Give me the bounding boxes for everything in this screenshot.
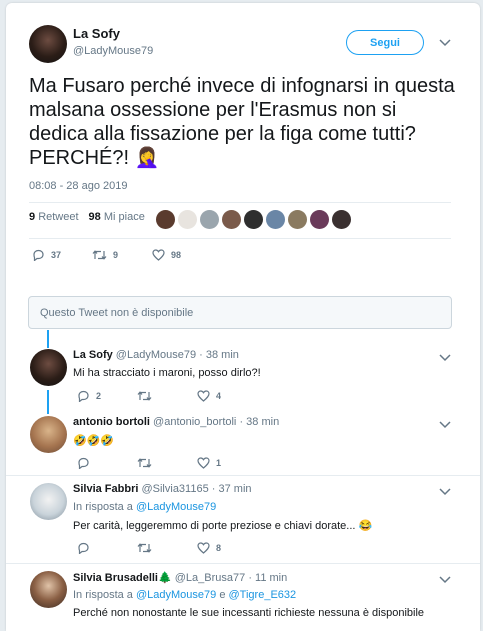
like-button[interactable]: 98 <box>152 249 212 261</box>
like-button[interactable]: 4 <box>197 390 257 402</box>
liker-avatar[interactable] <box>288 210 307 229</box>
retweet-icon <box>137 458 152 468</box>
chevron-down-icon[interactable] <box>439 421 451 431</box>
reply-icon <box>33 249 44 261</box>
liker-avatar[interactable] <box>156 210 175 229</box>
likers-avatars <box>156 210 351 229</box>
reply-to-line: In risposta a @LadyMouse79 e @Tigre_E632 <box>73 589 297 601</box>
chevron-down-icon[interactable] <box>439 354 451 364</box>
thread-line <box>47 330 49 348</box>
avatar[interactable] <box>30 349 67 386</box>
reply-icon <box>78 542 89 554</box>
heart-icon <box>197 390 210 402</box>
retweet-icon <box>92 250 107 260</box>
retweet-button[interactable] <box>137 390 197 402</box>
reply-to-line: In risposta a @LadyMouse79 <box>73 501 217 513</box>
reply-button[interactable] <box>77 457 137 469</box>
tweet-timestamp[interactable]: 08:08 - 28 ago 2019 <box>29 180 127 192</box>
retweet-button[interactable]: 9 <box>92 249 152 261</box>
avatar[interactable] <box>30 483 67 520</box>
heart-icon <box>197 457 210 469</box>
reply-button[interactable]: 2 <box>77 390 137 402</box>
liker-avatar[interactable] <box>332 210 351 229</box>
reply-text: Per carità, leggeremmo di porte preziose… <box>73 520 373 532</box>
liker-avatar[interactable] <box>310 210 329 229</box>
reply-button[interactable]: 37 <box>32 249 92 261</box>
unavailable-tweet-notice[interactable]: Questo Tweet non è disponibile <box>28 296 452 329</box>
chevron-down-icon[interactable] <box>439 576 451 586</box>
chevron-down-icon[interactable] <box>439 488 451 498</box>
reply-text: Mi ha stracciato i maroni, posso dirlo?! <box>73 367 261 379</box>
liker-avatar[interactable] <box>200 210 219 229</box>
heart-icon <box>152 249 165 261</box>
reply-actions: 2 4 <box>77 390 257 402</box>
reply-meta: La Sofy @LadyMouse79 · 38 min <box>73 349 239 361</box>
author-name[interactable]: La Sofy <box>73 26 120 41</box>
reply-icon <box>78 390 89 402</box>
divider <box>29 238 451 239</box>
avatar[interactable] <box>29 25 67 63</box>
tweet-text: Ma Fusaro perché invece di infognarsi in… <box>29 75 455 169</box>
follow-button[interactable]: Segui <box>346 30 424 55</box>
tweet-card: La Sofy @LadyMouse79 Segui Ma Fusaro per… <box>6 3 480 631</box>
liker-avatar[interactable] <box>222 210 241 229</box>
mention-link[interactable]: @LadyMouse79 <box>136 589 216 601</box>
mention-link[interactable]: @Tigre_E632 <box>229 589 297 601</box>
avatar[interactable] <box>30 416 67 453</box>
reply-meta: Silvia Fabbri @Silvia31165 · 37 min <box>73 483 252 495</box>
mention-link[interactable]: @LadyMouse79 <box>136 501 216 513</box>
author-handle[interactable]: @LadyMouse79 <box>73 45 153 57</box>
like-button[interactable]: 1 <box>197 457 257 469</box>
liker-avatar[interactable] <box>266 210 285 229</box>
reply-actions: 8 <box>77 542 257 554</box>
reply-button[interactable] <box>77 542 137 554</box>
reply-text: 🤣🤣🤣 <box>73 435 115 447</box>
like-button[interactable]: 8 <box>197 542 257 554</box>
retweet-icon <box>137 543 152 553</box>
reply-actions: 1 <box>77 457 257 469</box>
divider <box>6 475 480 476</box>
divider <box>29 202 451 203</box>
heart-icon <box>197 542 210 554</box>
liker-avatar[interactable] <box>178 210 197 229</box>
divider <box>6 563 480 564</box>
like-stat[interactable]: 98 Mi piace <box>89 211 145 223</box>
liker-avatar[interactable] <box>244 210 263 229</box>
reply-text: Perché non nonostante le sue incessanti … <box>73 607 425 619</box>
tweet-stats: 9 Retweet 98 Mi piace <box>29 211 145 223</box>
reply-meta: Silvia Brusadelli🌲 @La_Brusa77 · 11 min <box>73 572 288 584</box>
retweet-stat[interactable]: 9 Retweet <box>29 211 79 223</box>
tweet-actions: 37 9 98 <box>32 249 212 261</box>
retweet-icon <box>137 391 152 401</box>
reply-meta: antonio bortoli @antonio_bortoli · 38 mi… <box>73 416 280 428</box>
reply-icon <box>78 457 89 469</box>
retweet-button[interactable] <box>137 457 197 469</box>
thread-line <box>47 390 49 414</box>
chevron-down-icon[interactable] <box>439 39 451 49</box>
avatar[interactable] <box>30 571 67 608</box>
main-tweet: La Sofy @LadyMouse79 Segui Ma Fusaro per… <box>6 3 480 298</box>
retweet-button[interactable] <box>137 542 197 554</box>
